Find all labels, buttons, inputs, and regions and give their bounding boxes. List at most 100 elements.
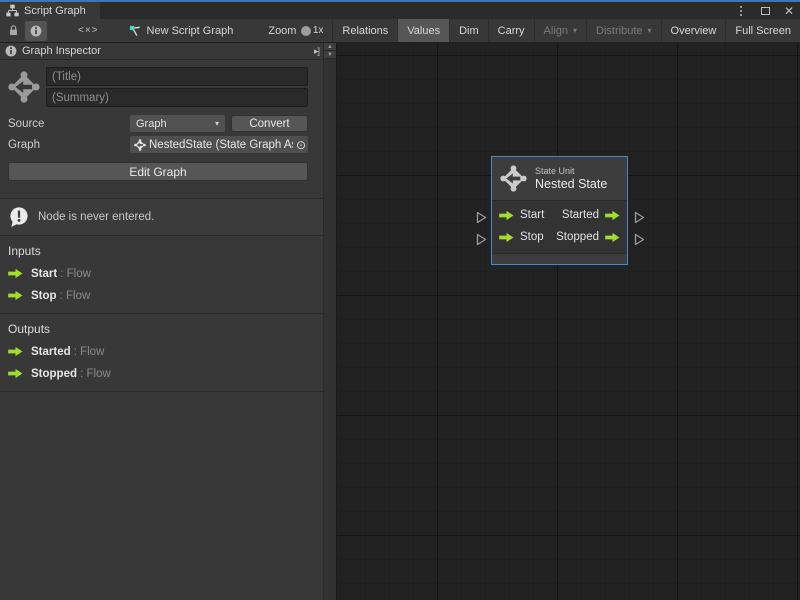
fullscreen-button[interactable]: Full Screen xyxy=(725,19,800,43)
inspector-content: Graph Inspector ▸] Source xyxy=(0,43,323,600)
state-unit-node[interactable]: State Unit Nested State Start Started xyxy=(491,156,628,265)
external-output-port[interactable] xyxy=(634,233,645,246)
node-title-label: Nested State xyxy=(535,177,607,191)
inspector-toggle-button[interactable] xyxy=(25,21,47,41)
outputs-section: Outputs Started : Flow Stopped : Flow xyxy=(0,314,323,392)
new-script-graph-label: New Script Graph xyxy=(147,25,234,37)
code-preview-button[interactable]: <×> xyxy=(73,21,104,41)
window-controls: ✕ xyxy=(734,2,796,19)
graph-object-field[interactable]: NestedState (State Graph As ⊙ xyxy=(130,136,308,153)
list-item: Stopped : Flow xyxy=(0,367,323,380)
state-graph-asset-icon xyxy=(134,139,146,151)
source-dropdown[interactable]: Graph ▾ xyxy=(130,115,225,132)
inspector-scrollbar[interactable]: ▲ ▼ xyxy=(323,43,336,600)
input-port[interactable]: Stop xyxy=(499,231,544,243)
state-unit-icon xyxy=(500,165,527,192)
graph-toolbar: <×> New Script Graph Zoom 1x Relations V… xyxy=(0,19,800,43)
relations-button[interactable]: Relations xyxy=(332,19,397,43)
graph-identity-row xyxy=(0,60,323,113)
source-value: Graph xyxy=(136,118,167,130)
port-name: Start xyxy=(31,268,57,280)
values-button[interactable]: Values xyxy=(397,19,449,43)
port-type: : Flow xyxy=(80,368,111,380)
flow-arrow-icon xyxy=(499,210,514,221)
port-row: Stop Stopped xyxy=(499,226,620,248)
graph-label: Graph xyxy=(8,139,130,151)
align-button[interactable]: Align ▾ xyxy=(534,19,586,43)
lock-button[interactable] xyxy=(2,21,25,41)
zoom-slider-handle[interactable] xyxy=(301,26,311,36)
source-row: Source Graph ▾ Convert xyxy=(0,113,323,134)
dim-button[interactable]: Dim xyxy=(449,19,488,43)
input-port-label: Start xyxy=(520,209,544,221)
node-footer xyxy=(492,253,627,264)
scroll-down-button[interactable]: ▼ xyxy=(324,51,336,59)
inputs-header: Inputs xyxy=(0,244,323,258)
port-type: : Flow xyxy=(74,346,105,358)
distribute-button[interactable]: Distribute ▾ xyxy=(586,19,660,43)
graph-inspector-panel: Graph Inspector ▸] Source xyxy=(0,43,337,600)
flow-arrow-icon xyxy=(8,290,23,301)
outputs-header: Outputs xyxy=(0,322,323,336)
tab-script-graph[interactable]: Script Graph xyxy=(0,2,100,19)
script-graph-window: Script Graph ✕ <×> xyxy=(0,0,800,600)
scroll-up-button[interactable]: ▲ xyxy=(324,43,336,51)
info-icon xyxy=(30,25,42,37)
output-port[interactable]: Stopped xyxy=(556,231,620,243)
port-name: Stop xyxy=(31,290,57,302)
warning-box: Node is never entered. xyxy=(0,198,323,236)
edit-graph-button[interactable]: Edit Graph xyxy=(8,162,308,181)
input-port-label: Stop xyxy=(520,231,544,243)
graph-summary-input[interactable] xyxy=(46,88,308,107)
lock-icon xyxy=(7,24,20,37)
state-unit-icon xyxy=(8,71,40,103)
new-script-graph-button[interactable]: New Script Graph xyxy=(124,21,239,41)
output-port[interactable]: Started xyxy=(562,209,620,221)
kebab-icon xyxy=(740,6,742,16)
source-label: Source xyxy=(8,118,130,130)
flow-arrow-icon xyxy=(8,268,23,279)
port-type: : Flow xyxy=(60,290,91,302)
carry-button[interactable]: Carry xyxy=(488,19,534,43)
convert-button[interactable]: Convert xyxy=(231,115,308,132)
tab-label: Script Graph xyxy=(24,5,86,17)
dock-icon[interactable]: ▸] xyxy=(314,46,319,57)
flow-arrow-icon xyxy=(8,368,23,379)
object-picker-icon[interactable]: ⊙ xyxy=(296,139,306,151)
graph-title-input[interactable] xyxy=(46,67,308,86)
main-split: Graph Inspector ▸] Source xyxy=(0,43,800,600)
list-item: Start : Flow xyxy=(0,267,323,280)
window-maximize-button[interactable] xyxy=(758,4,772,18)
input-port[interactable]: Start xyxy=(499,209,544,221)
window-menu-button[interactable] xyxy=(734,4,748,18)
port-type: : Flow xyxy=(60,268,91,280)
flow-arrow-icon xyxy=(605,210,620,221)
node-header[interactable]: State Unit Nested State xyxy=(492,157,627,200)
inspector-header: Graph Inspector ▸] xyxy=(0,43,323,60)
graph-object-value: NestedState (State Graph As xyxy=(149,139,293,151)
output-port-label: Started xyxy=(562,209,599,221)
overview-button[interactable]: Overview xyxy=(661,19,726,43)
zoom-value: 1x xyxy=(313,25,324,36)
graph-asset-icon xyxy=(129,25,141,37)
port-name: Started xyxy=(31,346,71,358)
info-icon xyxy=(5,45,17,57)
window-close-button[interactable]: ✕ xyxy=(782,4,796,18)
warning-bubble-icon xyxy=(8,206,30,228)
flow-arrow-icon xyxy=(605,232,620,243)
inspector-title: Graph Inspector xyxy=(22,45,101,57)
list-item: Started : Flow xyxy=(0,345,323,358)
warning-text: Node is never entered. xyxy=(38,211,154,223)
port-row: Start Started xyxy=(499,204,620,226)
graph-row: Graph NestedState (State Graph As ⊙ xyxy=(0,134,323,155)
port-name: Stopped xyxy=(31,368,77,380)
inputs-section: Inputs Start : Flow Stop : Flow xyxy=(0,236,323,314)
node-ports: Start Started Stop xyxy=(492,200,627,253)
graph-canvas[interactable]: State Unit Nested State Start Started xyxy=(337,43,800,600)
chevron-down-icon: ▾ xyxy=(648,26,652,35)
chevron-down-icon: ▾ xyxy=(215,119,219,128)
chevron-down-icon: ▾ xyxy=(573,26,577,35)
external-output-port[interactable] xyxy=(634,211,645,224)
external-input-port[interactable] xyxy=(476,233,487,246)
external-input-port[interactable] xyxy=(476,211,487,224)
